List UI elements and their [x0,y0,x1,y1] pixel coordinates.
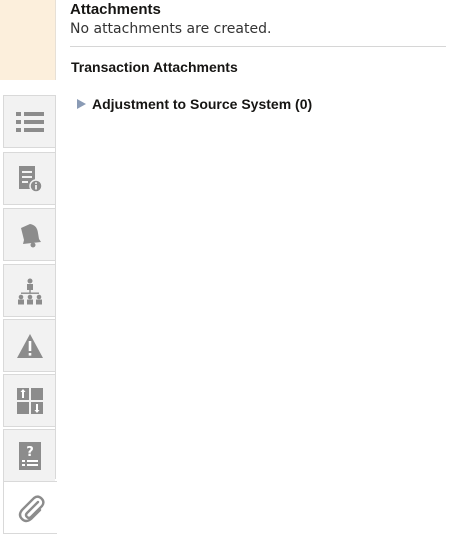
rail-item-organization[interactable] [3,264,55,317]
attachments-empty-message: No attachments are created. [70,21,272,37]
rail-item-alerts[interactable] [3,319,55,372]
attachments-title: Attachments [70,1,161,18]
transaction-attachments-title: Transaction Attachments [71,59,238,75]
hierarchy-icon [17,278,42,304]
paperclip-icon [18,494,45,522]
rail-item-attachments[interactable] [3,481,57,534]
svg-text:?: ? [26,445,34,460]
rail-gap [0,80,55,95]
rail-header-area [0,0,56,80]
tile-grid-icon [16,387,43,414]
rail-item-notifications[interactable] [3,208,55,261]
bell-icon [20,223,41,247]
help-icon: ? [18,441,41,470]
warning-icon [16,333,43,358]
list-icon [15,111,44,132]
disclosure-label[interactable]: Adjustment to Source System (0) [92,96,312,112]
expand-triangle-icon[interactable] [77,99,86,109]
side-rail: ? [0,95,57,539]
adjustment-to-source-system-disclosure[interactable]: Adjustment to Source System (0) [77,96,312,112]
section-divider [70,46,446,47]
rail-item-help[interactable]: ? [3,429,55,482]
rail-item-list[interactable] [3,95,55,148]
document-info-icon [18,165,43,193]
rail-item-details[interactable] [3,152,55,205]
rail-item-dimensions[interactable] [3,374,55,427]
